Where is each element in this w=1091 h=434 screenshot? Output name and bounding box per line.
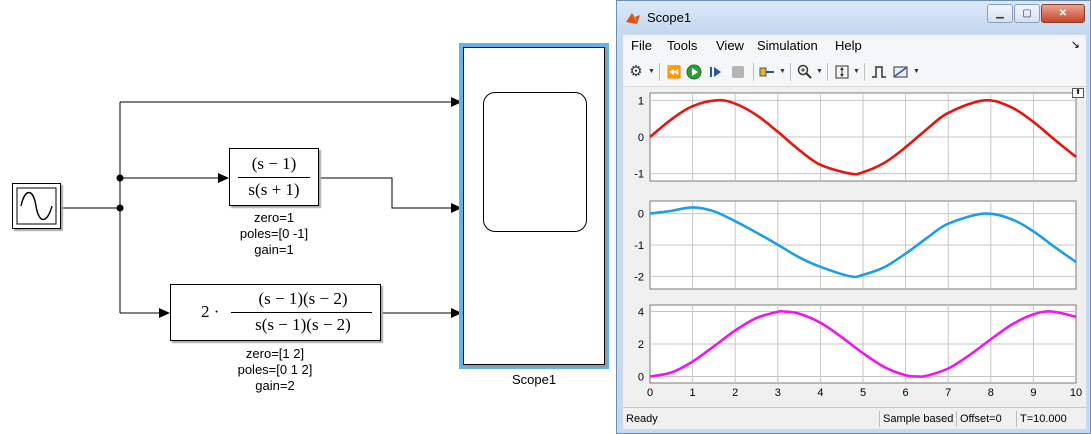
- y-tick-label: 0: [638, 132, 644, 144]
- autoscale-dropdown-icon[interactable]: ▼: [853, 63, 860, 81]
- y-tick-label: -1: [634, 240, 644, 252]
- tf2-zero-label: zero=[1 2]: [245, 346, 305, 361]
- maximize-button[interactable]: ▢: [1014, 4, 1040, 23]
- y-tick-label: 1: [638, 95, 644, 107]
- status-time: T=10.000: [1016, 411, 1086, 427]
- triggers-icon[interactable]: [870, 63, 888, 81]
- transfer-function-block-1[interactable]: (s − 1) s(s + 1): [229, 148, 319, 206]
- status-offset: Offset=0: [956, 411, 1016, 427]
- scope-block[interactable]: [459, 43, 609, 369]
- tf1-denominator: s(s + 1): [248, 180, 300, 199]
- status-ready: Ready: [626, 413, 658, 425]
- zoom-dropdown-icon[interactable]: ▼: [816, 63, 823, 81]
- tf1-zero-label: zero=1: [253, 210, 295, 225]
- menu-simulation[interactable]: Simulation: [757, 38, 818, 53]
- x-tick-label: 8: [988, 387, 994, 399]
- transfer-function-block-2[interactable]: 2 · (s − 1)(s − 2) s(s − 1)(s − 2): [170, 284, 381, 341]
- tf2-gain-prefix: 2 ·: [201, 302, 220, 321]
- highlight-dropdown-icon[interactable]: ▼: [779, 63, 786, 81]
- sine-wave-icon: [16, 187, 57, 225]
- y-tick-label: 0: [638, 209, 644, 221]
- window-title: Scope1: [647, 10, 692, 25]
- step-forward-icon[interactable]: [707, 63, 725, 81]
- y-tick-label: -2: [634, 271, 644, 283]
- tf1-fraction-bar: [238, 177, 310, 178]
- tf2-denominator: s(s − 1)(s − 2): [255, 315, 351, 334]
- gear-icon[interactable]: ⚙: [627, 63, 645, 81]
- toolbar-separator: [827, 63, 828, 81]
- menu-bar: File Tools View Simulation Help ↘: [623, 35, 1086, 57]
- window-titlebar: Scope1 ▁ ▢ ✕: [617, 1, 1090, 34]
- toolbar-separator: [659, 63, 660, 81]
- toolbar-separator: [753, 63, 754, 81]
- y-tick-label: 4: [638, 307, 644, 319]
- zoom-icon[interactable]: [796, 63, 814, 81]
- tf1-poles-label: poles=[0 -1]: [239, 226, 309, 241]
- x-tick-label: 10: [1070, 387, 1082, 399]
- menu-file[interactable]: File: [631, 38, 652, 53]
- x-tick-label: 3: [775, 387, 781, 399]
- scope-window: Scope1 ▁ ▢ ✕ File Tools View Simulation …: [616, 0, 1091, 434]
- autoscale-icon[interactable]: [833, 63, 851, 81]
- x-tick-label: 7: [945, 387, 951, 399]
- tf1-caption: zero=1 poles=[0 -1] gain=1: [214, 210, 334, 258]
- tf2-gain-label: gain=2: [255, 378, 295, 393]
- run-icon[interactable]: [685, 63, 703, 81]
- tf2-poles-label: poles=[0 1 2]: [237, 362, 313, 377]
- x-tick-label: 1: [690, 387, 696, 399]
- stop-icon[interactable]: [729, 63, 747, 81]
- status-bar: Ready Sample based Offset=0 T=10.000: [623, 407, 1086, 429]
- tf1-gain-label: gain=1: [254, 242, 294, 257]
- gear-dropdown-icon[interactable]: ▼: [648, 63, 655, 81]
- y-tick-label: 0: [638, 372, 644, 384]
- menu-view[interactable]: View: [716, 38, 744, 53]
- x-tick-label: 9: [1030, 387, 1036, 399]
- scope-plot-area: 1 0 -1 0 -1 -2 4 2 0 0 1 2 3 4 5 6 7 8 9 10 ⬆: [623, 87, 1086, 407]
- menu-help[interactable]: Help: [835, 38, 862, 53]
- close-button[interactable]: ✕: [1041, 4, 1085, 23]
- y-tick-label: 2: [638, 339, 644, 351]
- step-back-icon[interactable]: ⏪: [665, 63, 683, 81]
- minimize-button[interactable]: ▁: [987, 4, 1013, 23]
- tf1-numerator: (s − 1): [251, 154, 297, 173]
- scope-screen-icon: [483, 92, 587, 232]
- toolbar-separator: [864, 63, 865, 81]
- measurements-dropdown-icon[interactable]: ▼: [913, 63, 920, 81]
- measurements-icon[interactable]: [892, 63, 910, 81]
- tf2-numerator: (s − 1)(s − 2): [258, 289, 348, 308]
- toolbar: ⚙ ▼ ⏪ ▼ ▼ ▼ ▼: [623, 57, 1086, 87]
- matlab-logo-icon: [626, 13, 640, 24]
- x-tick-label: 5: [860, 387, 866, 399]
- undock-icon[interactable]: ⬆: [1072, 88, 1084, 98]
- status-sample-mode: Sample based: [879, 411, 956, 427]
- tf2-fraction-bar: [231, 312, 372, 313]
- scope-block-label: Scope1: [511, 372, 557, 387]
- highlight-icon[interactable]: [758, 63, 776, 81]
- x-tick-label: 4: [817, 387, 823, 399]
- x-tick-label: 6: [903, 387, 909, 399]
- x-tick-label: 0: [647, 387, 653, 399]
- dock-arrow-icon[interactable]: ↘: [1071, 38, 1080, 51]
- menu-tools[interactable]: Tools: [667, 38, 697, 53]
- sine-wave-block[interactable]: [12, 183, 61, 229]
- scope-plots[interactable]: 10-10-1-24200 1 2 3 4 5 6 7 8 9 10: [623, 87, 1086, 407]
- x-tick-label: 2: [732, 387, 738, 399]
- toolbar-separator: [790, 63, 791, 81]
- tf2-caption: zero=[1 2] poles=[0 1 2] gain=2: [210, 346, 340, 394]
- y-tick-label: -1: [634, 169, 644, 181]
